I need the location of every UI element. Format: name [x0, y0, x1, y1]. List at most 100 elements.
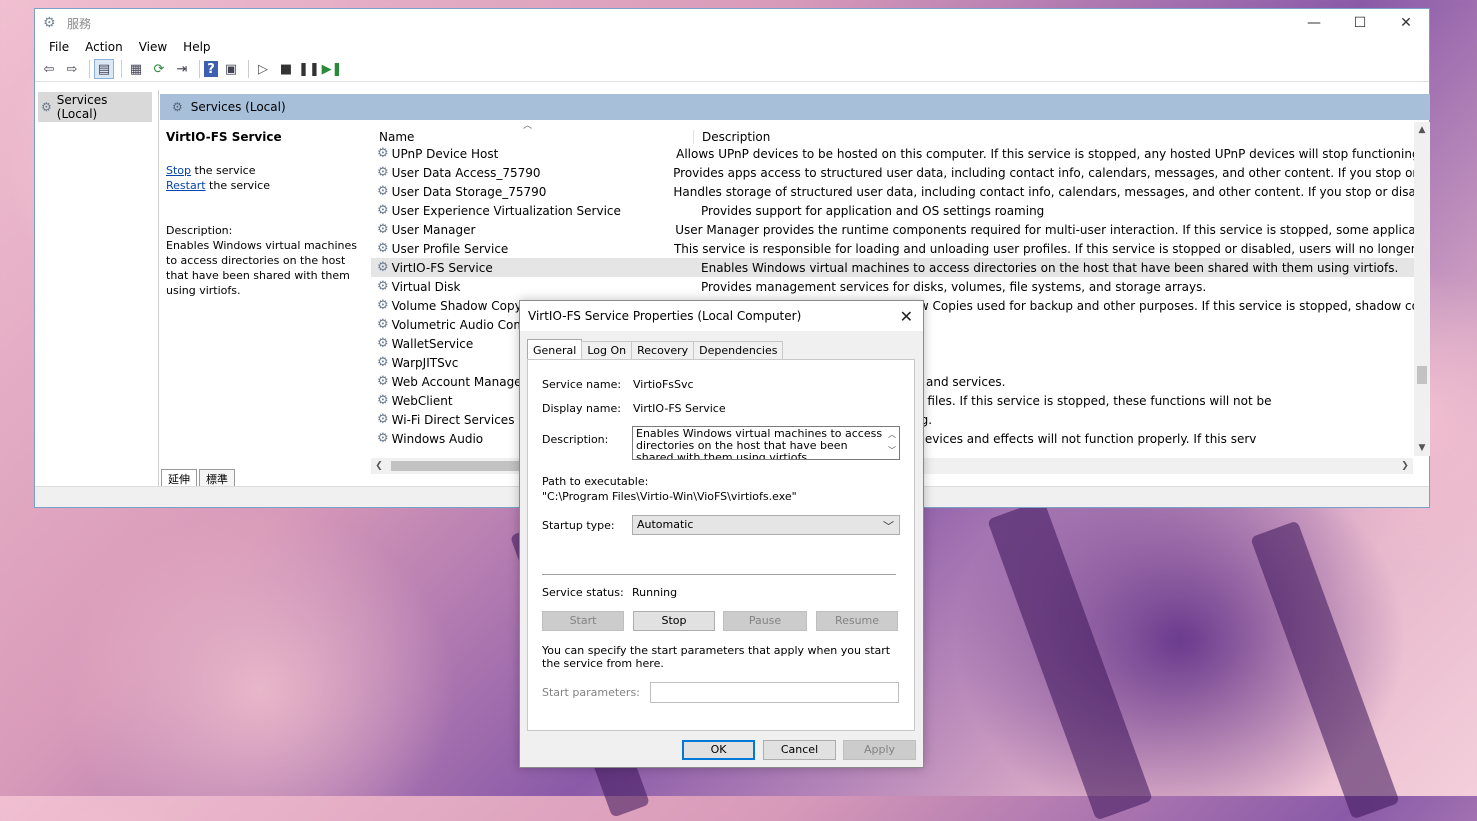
- tab-general[interactable]: General: [527, 339, 583, 359]
- properties-icon[interactable]: ▦: [126, 59, 146, 79]
- cancel-button[interactable]: Cancel: [763, 740, 836, 760]
- tab-log-on[interactable]: Log On: [581, 341, 633, 359]
- table-row[interactable]: ⚙ User Data Access_75790 Provides apps acc…: [371, 163, 1427, 182]
- menu-action[interactable]: Action: [77, 40, 131, 54]
- pause-icon[interactable]: ❚❚: [298, 59, 320, 79]
- resume-button[interactable]: Resume: [816, 611, 898, 631]
- scroll-left-icon[interactable]: ❮: [371, 461, 387, 471]
- table-row[interactable]: ⚙ Virtual Disk Provides management service…: [371, 277, 1427, 296]
- gear-icon: ⚙: [377, 393, 389, 408]
- gear-icon: ⚙: [377, 260, 389, 275]
- description-scrollbar[interactable]: ︿ ﹀: [886, 427, 898, 459]
- table-row[interactable]: ⚙ User Data Storage_75790 Handles storage …: [371, 182, 1427, 201]
- menu-help[interactable]: Help: [175, 40, 218, 54]
- service-name-cell: ⚙ User Experience Virtualization Service: [371, 203, 693, 218]
- list-header: ︿ Name Description: [371, 122, 1427, 144]
- start-button[interactable]: Start: [542, 611, 624, 631]
- scroll-up-icon[interactable]: ▲: [1414, 122, 1430, 138]
- restart-icon[interactable]: ▶❚: [322, 59, 343, 79]
- service-description-cell: User Manager provides the runtime compon…: [675, 222, 1427, 237]
- pause-button[interactable]: Pause: [723, 611, 807, 631]
- content-header-label: Services (Local): [190, 100, 286, 114]
- gear-icon: ⚙: [41, 100, 52, 114]
- dialog-title: VirtIO-FS Service Properties (Local Comp…: [528, 309, 802, 323]
- general-tab-panel: Service name: VirtioFsSvc Display name: …: [527, 359, 915, 731]
- start-params-input[interactable]: [650, 682, 899, 703]
- stop-icon[interactable]: ■: [276, 59, 296, 79]
- service-name: WarpJITSvc: [391, 355, 459, 370]
- view-tabs: 延伸 標準: [161, 468, 237, 488]
- close-icon[interactable]: ✕: [900, 307, 913, 326]
- window-controls: — ☐ ✕: [1291, 9, 1429, 37]
- service-name: WalletService: [391, 336, 474, 351]
- column-header-description[interactable]: Description: [693, 130, 770, 144]
- scroll-thumb-horizontal[interactable]: [391, 461, 521, 471]
- sort-ascending-icon: ︿: [523, 122, 533, 131]
- stop-button[interactable]: Stop: [633, 611, 715, 631]
- maximize-button[interactable]: ☐: [1337, 9, 1383, 37]
- service-name-label: Service name:: [542, 378, 622, 391]
- menu-view[interactable]: View: [131, 40, 175, 54]
- stop-service-link[interactable]: Stop: [166, 164, 191, 177]
- selected-service-title: VirtIO-FS Service: [166, 130, 282, 144]
- service-name: WebClient: [391, 393, 453, 408]
- service-name-cell: ⚙ User Data Access_75790: [371, 165, 665, 180]
- scroll-down-icon[interactable]: ▼: [1414, 440, 1430, 456]
- startup-type-select[interactable]: Automatic ﹀: [632, 515, 900, 535]
- play-icon[interactable]: ▷: [253, 59, 273, 79]
- menu-file[interactable]: File: [41, 40, 77, 54]
- tab-dependencies[interactable]: Dependencies: [693, 341, 784, 359]
- service-name-cell: ⚙ User Data Storage_75790: [371, 184, 665, 199]
- ok-button[interactable]: OK: [682, 740, 755, 760]
- service-name-cell: ⚙ User Profile Service: [371, 241, 666, 256]
- service-name: Volume Shadow Copy: [391, 298, 522, 313]
- description-text: Enables Windows virtual machines to acce…: [166, 239, 357, 297]
- restart-suffix: the service: [205, 179, 270, 192]
- scroll-thumb[interactable]: [1417, 366, 1427, 384]
- chevron-down-icon[interactable]: ﹀: [886, 443, 898, 459]
- table-row[interactable]: ⚙ User Profile Service This service is res…: [371, 239, 1427, 258]
- export-icon[interactable]: ⇥: [172, 59, 192, 79]
- gear-icon: ⚙: [377, 355, 389, 370]
- startup-type-label: Startup type:: [542, 519, 615, 532]
- wallpaper-streak: [987, 499, 1153, 821]
- column-description-label: Description: [702, 130, 771, 144]
- description-textbox[interactable]: Enables Windows virtual machines to acce…: [632, 426, 900, 460]
- table-row[interactable]: ⚙ VirtIO-FS Service Enables Windows virtua…: [371, 258, 1427, 277]
- close-button[interactable]: ✕: [1383, 9, 1429, 37]
- help-icon[interactable]: ?: [204, 61, 218, 77]
- scroll-right-icon[interactable]: ❯: [1397, 461, 1413, 471]
- gear-icon: ⚙: [377, 241, 389, 256]
- tab-recovery[interactable]: Recovery: [631, 341, 695, 359]
- extended-description-pane: VirtIO-FS Service Stop the service Resta…: [166, 122, 364, 457]
- service-name: Virtual Disk: [391, 279, 461, 294]
- title-bar[interactable]: ⚙ 服務: [35, 9, 1429, 37]
- refresh-icon[interactable]: ⟳: [149, 59, 169, 79]
- console-icon[interactable]: ▣: [221, 59, 241, 79]
- service-name: UPnP Device Host: [391, 146, 499, 161]
- back-arrow-icon[interactable]: ⇦: [39, 59, 59, 79]
- start-params-label: Start parameters:: [542, 686, 640, 699]
- apply-button[interactable]: Apply: [843, 740, 916, 760]
- service-name-cell: ⚙ Virtual Disk: [371, 279, 693, 294]
- tree-item-label: Services (Local): [56, 93, 108, 121]
- tree-item-services-local[interactable]: ⚙ Services (Local): [38, 92, 152, 122]
- service-name: VirtIO-FS Service: [391, 260, 493, 275]
- vertical-scrollbar[interactable]: ▲ ▼: [1414, 122, 1430, 456]
- restart-service-link[interactable]: Restart: [166, 179, 206, 192]
- table-row[interactable]: ⚙ UPnP Device Host Allows UPnP devices to …: [371, 144, 1427, 163]
- column-header-name[interactable]: ︿ Name: [371, 122, 693, 144]
- stop-suffix: the service: [191, 164, 256, 177]
- show-tree-icon[interactable]: ▤: [94, 59, 114, 79]
- window-title: 服務: [67, 16, 92, 31]
- dialog-title-bar[interactable]: VirtIO-FS Service Properties (Local Comp…: [520, 301, 923, 331]
- minimize-button[interactable]: —: [1291, 9, 1337, 37]
- chevron-up-icon[interactable]: ︿: [886, 427, 898, 443]
- service-description-cell: This service is responsible for loading …: [673, 241, 1427, 256]
- table-row[interactable]: ⚙ User Manager User Manager provides the r…: [371, 220, 1427, 239]
- start-params-hint: You can specify the start parameters tha…: [542, 644, 891, 670]
- table-row[interactable]: ⚙ User Experience Virtualization Service P…: [371, 201, 1427, 220]
- gear-icon: ⚙: [377, 317, 389, 332]
- forward-arrow-icon[interactable]: ⇨: [62, 59, 82, 79]
- gear-icon: ⚙: [377, 374, 389, 389]
